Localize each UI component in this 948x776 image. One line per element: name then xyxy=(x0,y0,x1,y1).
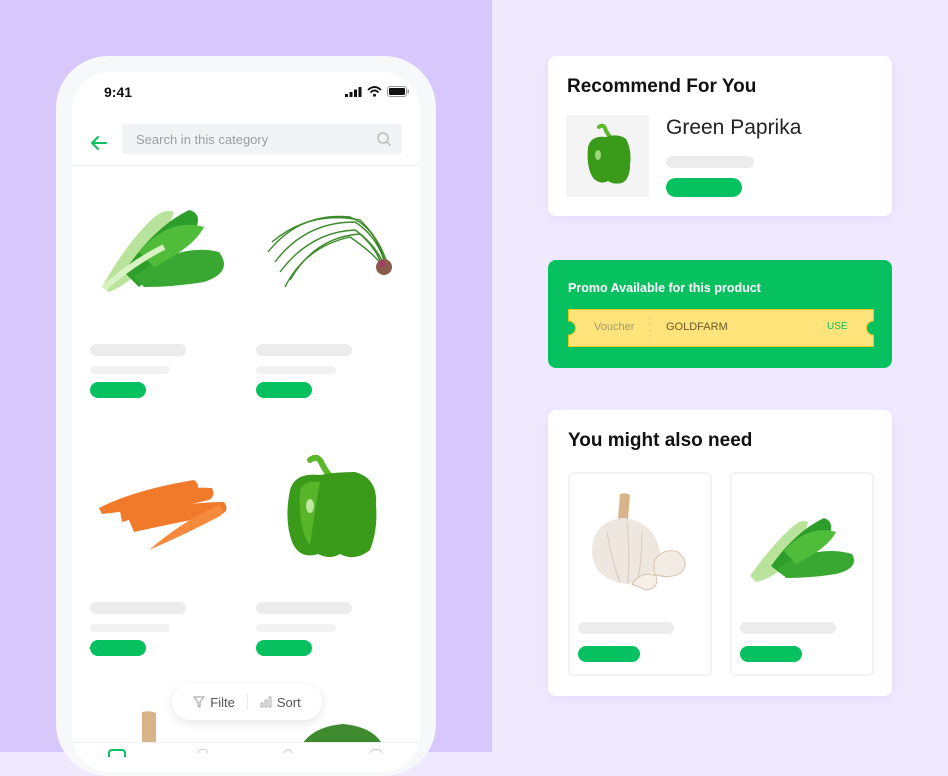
status-time: 9:41 xyxy=(104,84,133,100)
product-card[interactable] xyxy=(256,450,416,700)
bok-choy-image xyxy=(102,210,224,292)
nav-search-icon[interactable] xyxy=(284,749,292,753)
signal-icon xyxy=(345,86,362,97)
recommend-product-image[interactable] xyxy=(566,115,649,197)
also-need-title: You might also need xyxy=(568,430,753,451)
back-arrow-icon[interactable] xyxy=(88,132,110,154)
battery-icon xyxy=(387,86,409,97)
add-button-placeholder[interactable] xyxy=(578,646,640,662)
also-need-item[interactable] xyxy=(730,472,874,676)
skeleton-line xyxy=(740,622,836,634)
also-need-card: You might also need xyxy=(548,410,892,696)
carrots-image xyxy=(99,480,227,550)
filter-label: Filte xyxy=(210,694,235,710)
search-bar-row: Search in this category xyxy=(72,122,420,166)
search-input[interactable]: Search in this category xyxy=(122,124,402,154)
search-icon[interactable] xyxy=(376,131,392,147)
also-need-item[interactable] xyxy=(568,472,712,676)
filter-sort-bar: Filte Sort xyxy=(172,684,322,720)
search-placeholder: Search in this category xyxy=(136,132,269,147)
promo-card: Promo Available for this product Voucher… xyxy=(548,260,892,368)
sort-label: Sort xyxy=(276,694,301,710)
phone-mockup: 9:41 Search in this category Filte Sort xyxy=(56,56,436,776)
product-card[interactable] xyxy=(90,192,250,442)
use-voucher-button[interactable]: USE xyxy=(827,321,848,332)
divider xyxy=(246,694,248,710)
product-card[interactable] xyxy=(90,450,250,700)
recommend-card: Recommend For You Green Paprika xyxy=(548,56,892,216)
wifi-icon xyxy=(367,86,382,97)
green-paprika-image xyxy=(587,123,631,184)
sort-icon xyxy=(260,696,272,708)
green-paprika-image xyxy=(287,454,377,558)
sort-button[interactable]: Sort xyxy=(260,695,301,710)
add-button-placeholder[interactable] xyxy=(666,178,742,197)
filter-icon xyxy=(193,696,206,708)
chives-image xyxy=(267,215,392,288)
nav-category-icon[interactable] xyxy=(198,749,208,753)
voucher-ticket[interactable]: Voucher GOLDFARM USE xyxy=(568,309,874,347)
filter-button[interactable]: Filte xyxy=(193,695,235,710)
skeleton-line xyxy=(578,622,674,634)
nav-profile-icon[interactable] xyxy=(370,749,382,753)
garlic-image xyxy=(592,493,686,591)
product-card[interactable] xyxy=(256,192,416,442)
skeleton-line xyxy=(666,156,754,168)
voucher-code: GOLDFARM xyxy=(666,321,728,333)
bottom-navigation xyxy=(72,742,420,772)
status-bar: 9:41 xyxy=(72,72,420,112)
recommend-title: Recommend For You xyxy=(567,76,757,97)
voucher-label: Voucher xyxy=(594,321,635,333)
promo-title: Promo Available for this product xyxy=(568,281,761,295)
add-button-placeholder[interactable] xyxy=(740,646,802,662)
phone-screen: 9:41 Search in this category Filte Sort xyxy=(72,72,420,772)
bok-choy-image xyxy=(750,518,854,582)
nav-home-icon[interactable] xyxy=(108,749,126,757)
recommend-product-name[interactable]: Green Paprika xyxy=(666,116,801,140)
